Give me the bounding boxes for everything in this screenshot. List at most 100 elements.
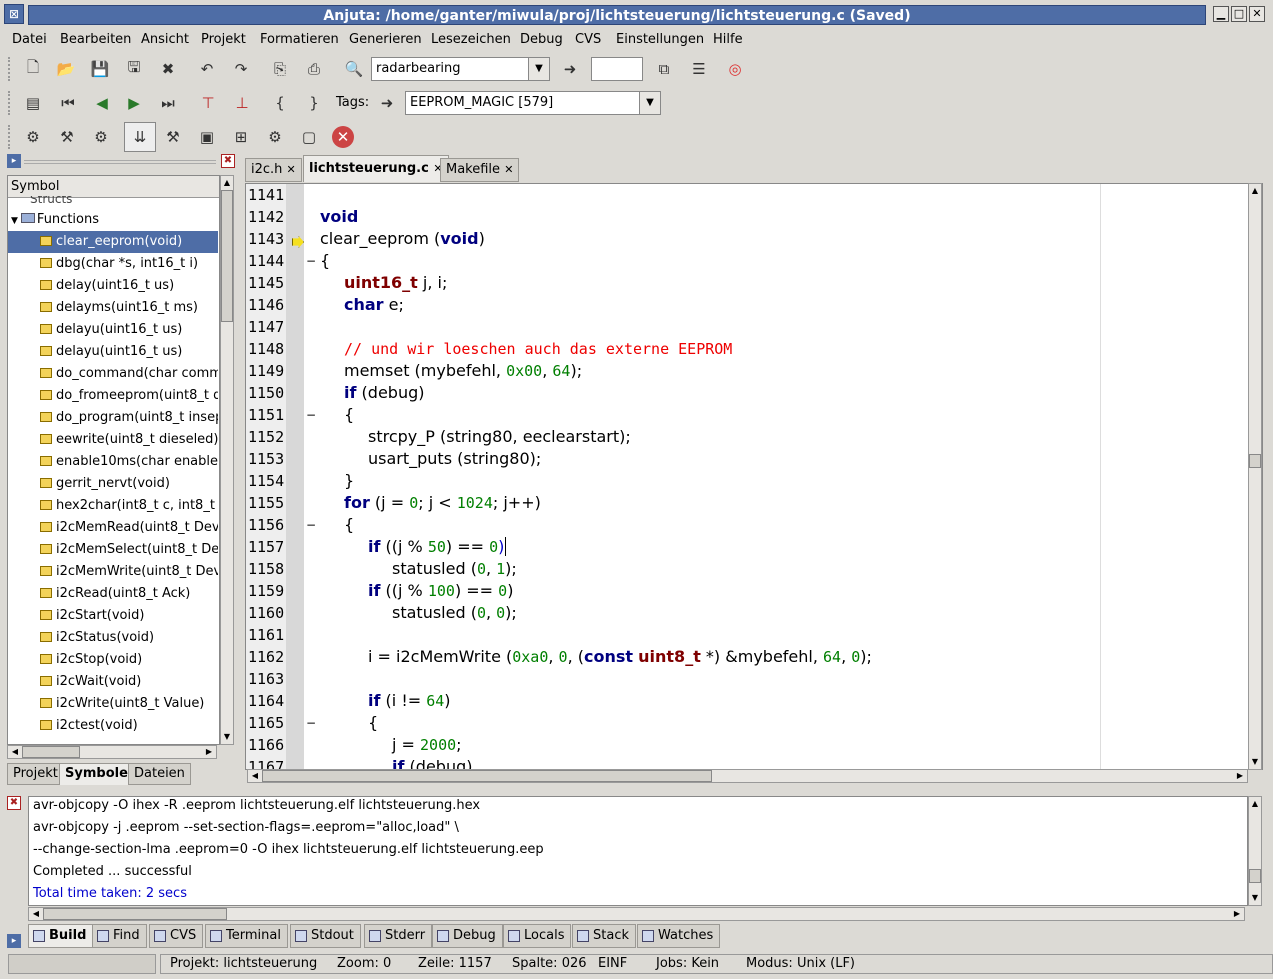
build-output[interactable]: avr-objcopy -O ihex -R .eeprom lichtsteu… — [28, 796, 1248, 906]
build-all-icon[interactable]: ⚙ — [88, 124, 114, 150]
sidebar-function-item[interactable]: delayu(uint16_t us) — [8, 341, 218, 363]
menu-hilfe[interactable]: Hilfe — [713, 32, 743, 47]
toolbar-grip[interactable] — [8, 57, 11, 81]
bookmark-prev-icon[interactable]: ⊤ — [195, 90, 221, 116]
sidebar-function-item[interactable]: do_command(char commar — [8, 363, 218, 385]
find-icon[interactable]: 🔍 — [341, 56, 367, 82]
configure-icon[interactable]: ▣ — [194, 124, 220, 150]
close-window-button[interactable]: ✕ — [1249, 6, 1265, 22]
tags-go-icon[interactable]: ➜ — [374, 90, 400, 116]
tags-input[interactable]: EEPROM_MAGIC [579] — [405, 91, 640, 115]
editor-vscrollbar[interactable]: ▲ ▼ — [1248, 183, 1262, 770]
install-icon[interactable]: ⇊ — [124, 122, 156, 152]
search-input[interactable]: radarbearing — [371, 57, 529, 81]
toolbar-grip[interactable] — [8, 91, 11, 115]
sidebar-hscrollbar[interactable]: ◀ ▶ — [7, 745, 217, 759]
fold-marker[interactable]: − — [306, 404, 316, 426]
sidebar-function-item[interactable]: i2cWrite(uint8_t Value) — [8, 693, 218, 715]
fold-marker[interactable]: − — [306, 514, 316, 536]
menu-datei[interactable]: Datei — [12, 32, 47, 47]
goto-line-input[interactable] — [591, 57, 643, 81]
code-editor[interactable]: 1141 1142 1143 1144 1145 1146 1147 1148 1149 1150… — [245, 183, 1263, 770]
editor-hscrollbar[interactable]: ◀ ▶ — [247, 769, 1248, 783]
sidebar-function-item[interactable]: i2cStart(void) — [8, 605, 218, 627]
sidebar-function-item[interactable]: i2ctest(void) — [8, 715, 218, 737]
first-icon[interactable]: ⏮ — [55, 90, 81, 116]
hammer-icon[interactable]: ⚒ — [160, 124, 186, 150]
menu-lesezeichen[interactable]: Lesezeichen — [431, 32, 511, 47]
sidebar-function-item[interactable]: gerrit_nervt(void) — [8, 473, 218, 495]
panel-close-icon[interactable]: ✖ — [221, 154, 235, 168]
forward-icon[interactable]: ▶ — [121, 90, 147, 116]
tab-build[interactable]: Build — [28, 924, 94, 948]
compile-icon[interactable]: ⚙ — [20, 124, 46, 150]
toolbar-grip[interactable] — [8, 125, 11, 149]
menu-formatieren[interactable]: Formatieren — [260, 32, 339, 47]
tab-lichtsteuerung-c[interactable]: lichtsteuerung.c ✕ — [303, 155, 449, 182]
redo-icon[interactable]: ↷ — [228, 56, 254, 82]
sidebar-function-item[interactable]: delayms(uint16_t ms) — [8, 297, 218, 319]
maximize-button[interactable]: □ — [1231, 6, 1247, 22]
tab-symbole[interactable]: Symbole — [59, 763, 134, 785]
sidebar-function-item[interactable]: i2cRead(uint8_t Ack) — [8, 583, 218, 605]
tab-stack[interactable]: Stack — [572, 924, 636, 948]
tab-stderr[interactable]: Stderr — [364, 924, 433, 948]
editor-hscroll-thumb[interactable] — [262, 770, 712, 782]
save-all-icon[interactable]: 🖫 — [121, 56, 147, 82]
bookmark-next-icon[interactable]: ⊥ — [229, 90, 255, 116]
execute-icon[interactable]: ▢ — [296, 124, 322, 150]
sidebar-function-item[interactable]: clear_eeprom(void) — [8, 231, 218, 253]
undo-icon[interactable]: ↶ — [194, 56, 220, 82]
open-folder-icon[interactable]: 📂 — [53, 56, 79, 82]
help-lifebuoy-icon[interactable]: ◎ — [722, 56, 748, 82]
sidebar-function-item[interactable]: i2cMemSelect(uint8_t Devi — [8, 539, 218, 561]
tags-dropdown-button[interactable]: ▼ — [639, 91, 661, 115]
close-tab-icon[interactable]: ✕ — [287, 163, 296, 176]
tab-debug[interactable]: Debug — [432, 924, 503, 948]
sidebar-function-item[interactable]: dbg(char *s, int16_t i) — [8, 253, 218, 275]
block-start-icon[interactable]: { — [267, 90, 293, 116]
preferences-icon[interactable]: ☰ — [686, 56, 712, 82]
panel-dock-icon[interactable]: ▸ — [7, 154, 21, 168]
menu-debug[interactable]: Debug — [520, 32, 563, 47]
menu-bearbeiten[interactable]: Bearbeiten — [60, 32, 131, 47]
minimize-button[interactable]: ▁ — [1213, 6, 1229, 22]
fold-marker[interactable]: − — [306, 712, 316, 734]
messages-vscroll-thumb[interactable] — [1249, 869, 1261, 883]
functions-node[interactable]: ▼ Functions — [8, 209, 218, 231]
sidebar-function-item[interactable]: i2cMemWrite(uint8_t Devic — [8, 561, 218, 583]
back-icon[interactable]: ◀ — [89, 90, 115, 116]
sidebar-hscroll-thumb[interactable] — [22, 746, 80, 758]
save-icon[interactable]: 💾 — [87, 56, 113, 82]
search-dropdown-button[interactable]: ▼ — [528, 57, 550, 81]
messages-hscrollbar[interactable]: ◀ ▶ — [28, 907, 1245, 921]
sidebar-function-item[interactable]: i2cStatus(void) — [8, 627, 218, 649]
menu-cvs[interactable]: CVS — [575, 32, 601, 47]
sidebar-function-item[interactable]: do_program(uint8_t insep — [8, 407, 218, 429]
menu-generieren[interactable]: Generieren — [349, 32, 422, 47]
sidebar-vscrollbar[interactable]: ▲ ▼ — [220, 175, 234, 745]
build-icon[interactable]: ⚒ — [54, 124, 80, 150]
dist-icon[interactable]: ⊞ — [228, 124, 254, 150]
messages-vscrollbar[interactable]: ▲ ▼ — [1248, 796, 1262, 906]
messages-close-icon[interactable]: ✖ — [7, 796, 21, 810]
editor-vscroll-thumb[interactable] — [1249, 454, 1261, 468]
sidebar-function-item[interactable]: do_fromeeprom(uint8_t di — [8, 385, 218, 407]
tab-dateien[interactable]: Dateien — [128, 763, 191, 785]
sidebar-function-item[interactable]: enable10ms(char enable) — [8, 451, 218, 473]
fold-marker[interactable]: − — [306, 250, 316, 272]
tab-makefile[interactable]: Makefile ✕ — [440, 158, 520, 182]
sidebar-function-item[interactable]: delay(uint16_t us) — [8, 275, 218, 297]
window-menu-icon[interactable]: ⊠ — [4, 4, 24, 24]
block-end-icon[interactable]: } — [301, 90, 327, 116]
sidebar-function-item[interactable]: i2cMemRead(uint8_t Devic — [8, 517, 218, 539]
menu-einstellungen[interactable]: Einstellungen — [616, 32, 704, 47]
tab-find[interactable]: Find — [92, 924, 147, 948]
close-tab-icon[interactable]: ✕ — [504, 163, 513, 176]
last-icon[interactable]: ⏭ — [155, 90, 181, 116]
messages-dock-icon[interactable]: ▸ — [7, 934, 21, 948]
symbol-column-header[interactable]: Symbol — [8, 176, 219, 198]
find-next-icon[interactable]: ➜ — [557, 56, 583, 82]
tab-watches[interactable]: Watches — [637, 924, 721, 948]
tab-terminal[interactable]: Terminal — [205, 924, 288, 948]
